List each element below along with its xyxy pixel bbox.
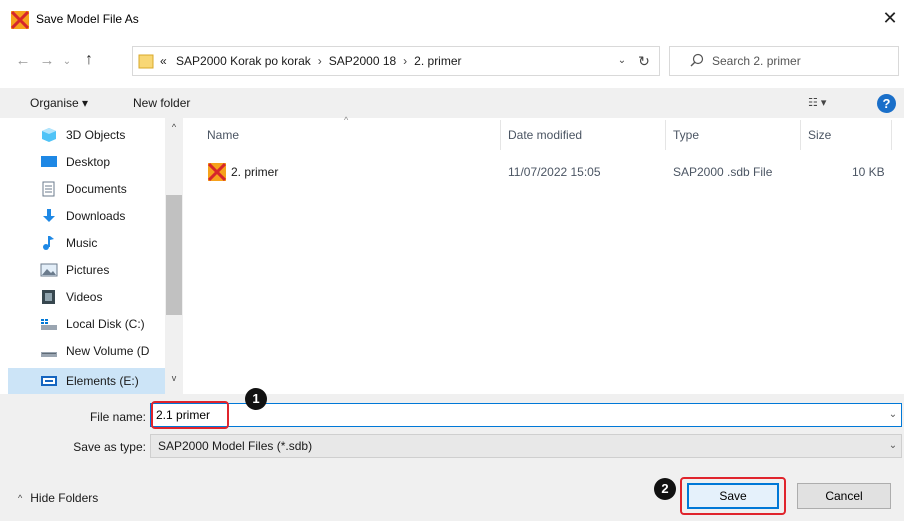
column-divider[interactable] [800, 120, 801, 150]
hide-folders-button[interactable]: ^ Hide Folders [18, 491, 98, 505]
sidebar-item-documents[interactable]: Documents [40, 176, 165, 202]
file-type-cell: SAP2000 .sdb File [673, 165, 773, 179]
sidebar-item-label: Videos [66, 290, 103, 304]
save-button[interactable]: Save [687, 483, 779, 509]
navigation-pane: 3D Objects Desktop Documents Downloads M… [0, 118, 190, 394]
column-divider[interactable] [891, 120, 892, 150]
documents-icon [40, 181, 58, 197]
sap2000-file-icon [207, 162, 227, 182]
column-header-type[interactable]: Type [673, 128, 699, 142]
breadcrumb-item[interactable]: SAP2000 Korak po korak [176, 54, 311, 68]
help-icon[interactable]: ? [877, 94, 896, 113]
sidebar-item-label: Downloads [66, 209, 126, 223]
search-input[interactable] [712, 51, 892, 71]
breadcrumb-overflow-icon[interactable]: « [160, 54, 167, 68]
forward-arrow-icon[interactable]: → [38, 51, 56, 71]
window-title: Save Model File As [36, 12, 139, 26]
videos-icon [40, 289, 58, 305]
column-divider[interactable] [500, 120, 501, 150]
3d-objects-icon [40, 127, 58, 143]
save-as-type-value: SAP2000 Model Files (*.sdb) [158, 439, 313, 453]
save-as-type-dropdown-icon[interactable]: ⌄ [885, 435, 901, 457]
sidebar-item-elements[interactable]: Elements (E:) [8, 368, 183, 394]
view-options-icon[interactable]: ☷ ▾ [808, 96, 844, 112]
pictures-icon [40, 262, 58, 278]
breadcrumb: « SAP2000 Korak po korak › SAP2000 18 › 2. p… [160, 54, 462, 68]
sidebar-item-label: Desktop [66, 155, 111, 169]
sap2000-app-icon [10, 10, 30, 30]
organise-button[interactable]: Organise ▾ [30, 96, 88, 110]
recent-locations-chevron-icon[interactable]: ⌄ [60, 52, 74, 70]
column-header-date-modified[interactable]: Date modified [508, 128, 582, 142]
breadcrumb-item[interactable]: 2. primer [414, 54, 461, 68]
step-badge-2: 2 [654, 478, 676, 500]
sidebar-item-label: Elements (E:) [66, 374, 139, 388]
music-icon [40, 235, 58, 251]
sidebar-item-videos[interactable]: Videos [40, 284, 165, 310]
breadcrumb-item[interactable]: SAP2000 18 [329, 54, 396, 68]
new-folder-button[interactable]: New folder [133, 96, 190, 110]
column-header-name[interactable]: Name [207, 128, 239, 142]
sidebar-item-label: Music [66, 236, 98, 250]
sidebar-item-label: Documents [66, 182, 127, 196]
breadcrumb-separator-icon[interactable]: › [311, 54, 329, 68]
breadcrumb-separator-icon[interactable]: › [396, 54, 414, 68]
back-arrow-icon[interactable]: ← [14, 51, 32, 71]
scroll-up-icon[interactable]: ^ [165, 122, 183, 136]
file-name-label: File name: [89, 410, 146, 424]
scrollbar-thumb[interactable] [166, 195, 182, 315]
column-header-size[interactable]: Size [808, 128, 831, 142]
local-disk-icon [40, 316, 58, 332]
column-divider[interactable] [665, 120, 666, 150]
sidebar-item-local-disk[interactable]: Local Disk (C:) [40, 311, 165, 337]
sort-ascending-icon: ^ [344, 115, 349, 125]
up-arrow-icon[interactable]: ↑ [80, 50, 98, 70]
chevron-up-icon: ^ [18, 493, 23, 503]
downloads-icon [40, 208, 58, 224]
file-name-dropdown-icon[interactable]: ⌄ [885, 404, 901, 426]
file-size-cell: 10 KB [852, 165, 885, 179]
sidebar-item-music[interactable]: Music [40, 230, 165, 256]
save-as-type-label: Save as type: [73, 440, 146, 454]
folder-icon [138, 52, 154, 70]
sidebar-item-label: Local Disk (C:) [66, 317, 145, 331]
sidebar-item-downloads[interactable]: Downloads [40, 203, 165, 229]
step-badge-1: 1 [245, 388, 267, 410]
search-icon [690, 53, 704, 67]
file-name-highlight [151, 401, 229, 429]
file-date-cell: 11/07/2022 15:05 [508, 165, 601, 179]
sidebar-item-label: New Volume (D [66, 344, 150, 358]
sidebar-item-label: 3D Objects [66, 128, 126, 142]
close-icon[interactable]: ✕ [878, 6, 902, 30]
sidebar-item-desktop[interactable]: Desktop [40, 149, 165, 175]
sidebar-item-new-volume[interactable]: New Volume (D [40, 338, 165, 364]
drive-icon [40, 343, 58, 359]
hide-folders-label: Hide Folders [30, 491, 99, 505]
file-name-cell[interactable]: 2. primer [231, 165, 278, 179]
cancel-button[interactable]: Cancel [797, 483, 891, 509]
desktop-icon [40, 154, 58, 170]
sidebar-item-label: Pictures [66, 263, 110, 277]
scroll-down-icon[interactable]: v [165, 373, 183, 387]
address-dropdown-icon[interactable]: ⌄ [614, 52, 630, 70]
wd-drive-icon [40, 373, 58, 389]
sidebar-item-pictures[interactable]: Pictures [40, 257, 165, 283]
sidebar-item-3d-objects[interactable]: 3D Objects [40, 122, 165, 148]
refresh-icon[interactable]: ↻ [629, 47, 659, 75]
